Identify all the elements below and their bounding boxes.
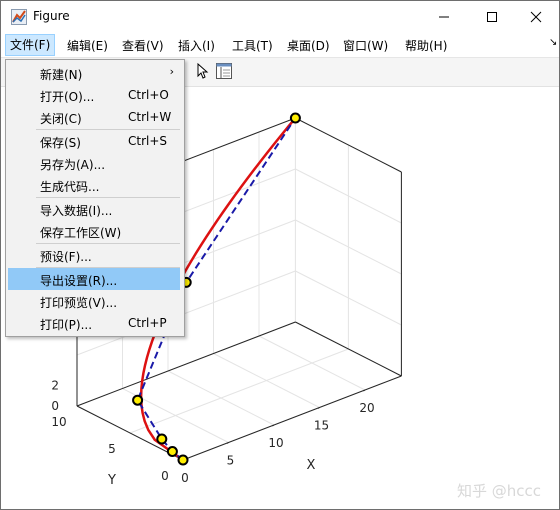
file-menu-export-setup[interactable]: 导出设置(R)... [8,268,180,290]
menu-file[interactable]: 文件(F) [5,34,56,56]
menu-item-label: 关闭(C) [40,112,82,126]
menu-item-shortcut: Ctrl+P [128,316,167,330]
file-menu-dropdown: 新建(N) › 打开(O)... Ctrl+O 关闭(C) Ctrl+W 保存(… [5,59,185,337]
y-axis-label: Y [107,473,116,488]
maximize-icon [487,12,497,22]
z-tick-label: 2 [51,379,59,393]
x-tick-label: 10 [268,436,283,450]
x-tick-label: 15 [314,419,329,433]
menu-item-label: 保存(S) [40,136,81,150]
minimize-icon [439,16,449,18]
file-menu-import-data[interactable]: 导入数据(I)... [8,198,180,220]
data-marker [132,394,144,406]
data-marker [177,454,189,466]
menu-item-shortcut: Ctrl+O [128,88,169,102]
x-axis-label: X [307,458,316,473]
minimize-button[interactable] [421,1,467,33]
menu-item-label: 导出设置(R)... [40,274,118,288]
y-tick-label: 5 [108,442,116,456]
submenu-arrow-icon: › [169,65,174,78]
menu-tools[interactable]: 工具(T) [232,37,273,54]
menu-item-label: 打印(P)... [40,318,93,332]
file-menu-preferences[interactable]: 预设(F)... [8,244,180,266]
data-marker [289,112,301,124]
file-menu-print[interactable]: 打印(P)... Ctrl+P [8,312,180,334]
title-bar: Figure [1,1,559,33]
menu-item-label: 保存工作区(W) [40,226,122,240]
x-tick-label: 0 [181,471,189,485]
menu-item-label: 新建(N) [40,68,83,82]
menu-edit[interactable]: 编辑(E) [67,37,108,54]
property-inspector-icon[interactable] [215,62,233,80]
file-menu-generate-code[interactable]: 生成代码... [8,174,180,196]
menu-bar: 文件(F) 编辑(E) 查看(V) 插入(I) 工具(T) 桌面(D) 窗口(W… [1,33,559,58]
menu-help[interactable]: 帮助(H) [405,37,447,54]
file-menu-new[interactable]: 新建(N) › [8,62,180,84]
close-button[interactable] [513,1,559,33]
axis-line [182,375,402,461]
menu-item-shortcut: Ctrl+W [128,110,172,124]
menu-item-label: 生成代码... [40,180,100,194]
menu-item-label: 导入数据(I)... [40,204,113,218]
menu-item-label: 打开(O)... [40,90,95,104]
file-menu-save-workspace[interactable]: 保存工作区(W) [8,220,180,242]
menu-item-shortcut: Ctrl+S [128,134,168,148]
menu-view[interactable]: 查看(V) [122,37,164,54]
file-menu-save[interactable]: 保存(S) Ctrl+S [8,130,180,152]
menu-item-label: 另存为(A)... [40,158,106,172]
file-menu-save-as[interactable]: 另存为(A)... [8,152,180,174]
menu-insert[interactable]: 插入(I) [178,37,215,54]
x-tick-label: 5 [227,454,235,468]
menubar-overflow-icon[interactable]: ↘ [549,37,557,48]
window-title: Figure [33,9,70,23]
x-tick-label: 20 [359,401,374,415]
menu-desktop[interactable]: 桌面(D) [287,37,330,54]
matlab-figure-icon [11,9,27,25]
figure-window: Figure 文件(F) 编辑(E) 查看(V) 插入(I) 工具(T) 桌面(… [0,0,560,510]
data-marker [156,433,168,445]
menu-window[interactable]: 窗口(W) [343,37,388,54]
z-tick-label: 0 [51,399,59,413]
file-menu-close[interactable]: 关闭(C) Ctrl+W [8,106,180,128]
maximize-button[interactable] [469,1,515,33]
file-menu-print-preview[interactable]: 打印预览(V)... [8,290,180,312]
pointer-icon[interactable] [193,62,211,80]
close-icon [530,11,542,23]
y-tick-label: 0 [161,469,169,483]
y-tick-label: 10 [51,415,66,429]
watermark: 知乎 @hccc [457,482,542,500]
file-menu-open[interactable]: 打开(O)... Ctrl+O [8,84,180,106]
data-marker [166,446,178,458]
menu-item-label: 预设(F)... [40,250,92,264]
menu-item-label: 打印预览(V)... [40,296,118,310]
